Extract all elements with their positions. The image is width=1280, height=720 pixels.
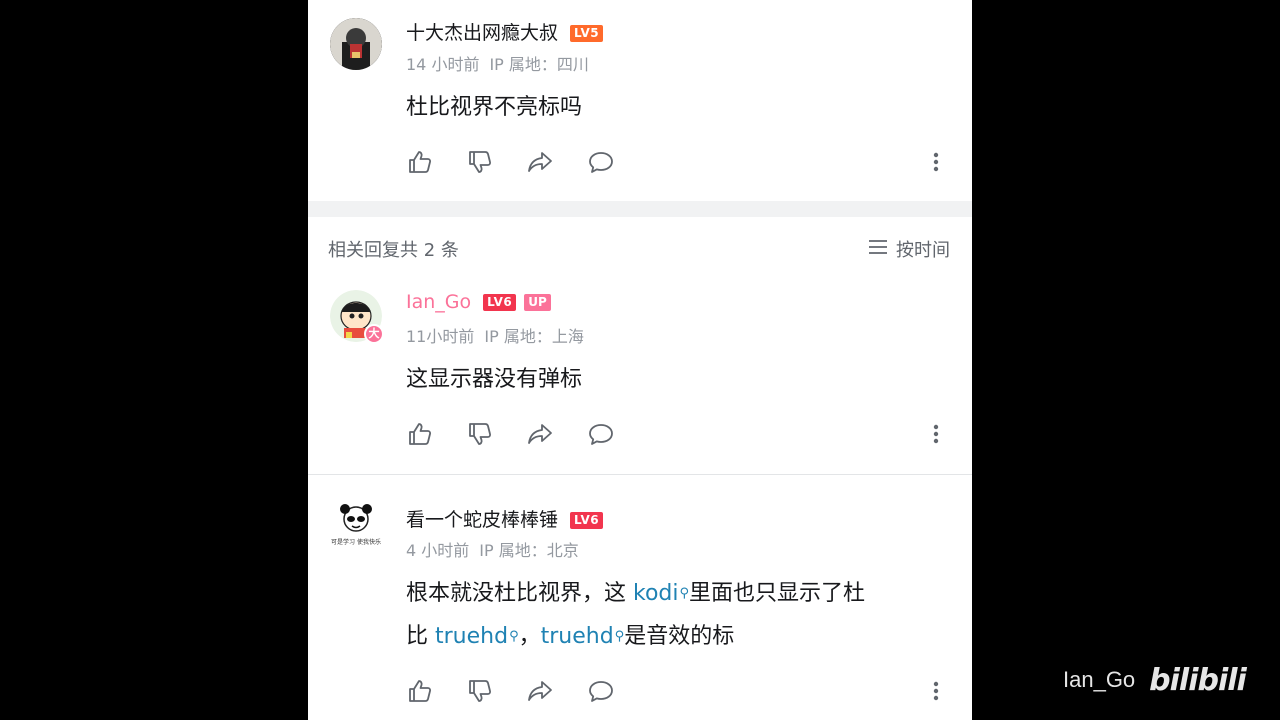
comment-item: 大 Ian_Go LV6 UP 11小时前 IP 属地：上海 这显示器没有弹标 (308, 270, 972, 474)
comment-actions (406, 148, 946, 178)
avatar[interactable]: 可是学习 使我快乐 (330, 499, 382, 551)
avatar-badge: 大 (364, 324, 384, 344)
username[interactable]: Ian_Go LV6 UP (406, 291, 551, 313)
avatar[interactable] (330, 18, 382, 70)
comment-item: 可是学习 使我快乐 看一个蛇皮棒棒锤 LV6 4 小时前 IP 属地：北京 根本就没… (308, 475, 972, 720)
comment-item: 十大杰出网瘾大叔 LV5 14 小时前 IP 属地：四川 杜比视界不亮标吗 (308, 0, 972, 201)
thumb-up-icon[interactable] (406, 420, 436, 450)
search-icon: ⚲ (509, 629, 519, 644)
search-icon: ⚲ (614, 629, 625, 644)
reply-count: 相关回复共 2 条 (328, 240, 459, 261)
level-badge: LV6 (483, 294, 517, 311)
comment-time: 4 小时前 (406, 541, 470, 560)
share-icon[interactable] (526, 420, 556, 450)
comment-text: 杜比视界不亮标吗 (406, 95, 583, 120)
comment-text: 根本就没杜比视界，这 kodi⚲里面也只显示了杜 比 truehd⚲，trueh… (406, 581, 866, 649)
comment-meta: 11小时前 IP 属地：上海 (406, 323, 584, 347)
comment-actions (406, 420, 946, 450)
comment-time: 11小时前 (406, 327, 475, 346)
comment-meta: 14 小时前 IP 属地：四川 (406, 51, 589, 75)
level-badge: LV5 (570, 25, 604, 42)
ip-location: IP 属地：四川 (489, 55, 589, 74)
keyword-link[interactable]: truehd⚲ (541, 624, 625, 649)
ip-location: IP 属地：上海 (484, 327, 584, 346)
share-icon[interactable] (526, 148, 556, 178)
thumb-up-icon[interactable] (406, 148, 436, 178)
comment-actions (406, 677, 946, 707)
comment-icon[interactable] (587, 148, 617, 178)
thumb-down-icon[interactable] (466, 420, 496, 450)
avatar-caption: 可是学习 使我快乐 (331, 539, 381, 546)
comment-time: 14 小时前 (406, 55, 480, 74)
share-icon[interactable] (526, 677, 556, 707)
watermark-user: Ian_Go (1063, 667, 1136, 692)
thumb-down-icon[interactable] (466, 677, 496, 707)
comment-text: 这显示器没有弹标 (406, 367, 583, 392)
more-vertical-icon[interactable] (926, 677, 946, 707)
ip-location: IP 属地：北京 (479, 541, 579, 560)
avatar[interactable]: 大 (330, 290, 384, 344)
more-vertical-icon[interactable] (926, 420, 946, 450)
search-icon: ⚲ (679, 586, 690, 601)
comment-panel: 十大杰出网瘾大叔 LV5 14 小时前 IP 属地：四川 杜比视界不亮标吗 相关回复 (308, 0, 972, 720)
keyword-link[interactable]: truehd⚲ (435, 624, 519, 649)
comment-icon[interactable] (587, 420, 617, 450)
level-badge: LV6 (570, 512, 604, 529)
username[interactable]: 看一个蛇皮棒棒锤 LV6 (406, 505, 604, 532)
up-badge: UP (524, 294, 551, 311)
video-watermark: Ian_Go bilibili (1063, 660, 1247, 700)
sort-button[interactable]: 按时间 (868, 236, 950, 262)
comment-icon[interactable] (587, 677, 617, 707)
bilibili-logo: bilibili (1149, 662, 1247, 698)
sort-lines-icon (868, 238, 888, 261)
section-divider (308, 201, 972, 217)
thumb-down-icon[interactable] (466, 148, 496, 178)
sort-label: 按时间 (896, 240, 950, 261)
thumb-up-icon[interactable] (406, 677, 436, 707)
keyword-link[interactable]: kodi⚲ (633, 581, 689, 606)
more-vertical-icon[interactable] (926, 148, 946, 178)
username[interactable]: 十大杰出网瘾大叔 LV5 (406, 18, 604, 45)
comment-meta: 4 小时前 IP 属地：北京 (406, 537, 579, 561)
